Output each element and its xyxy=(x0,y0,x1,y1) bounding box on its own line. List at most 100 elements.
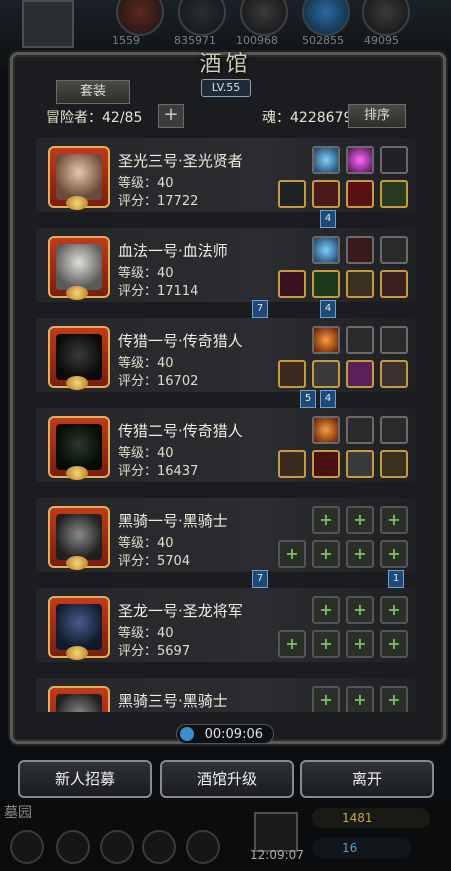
empty-slot-icon[interactable] xyxy=(312,596,340,624)
hero-card[interactable]: 传猎二号·传奇猎人 等级：40 评分：16437 xyxy=(36,408,416,482)
empty-slot-icon[interactable] xyxy=(346,540,374,568)
player-avatar[interactable] xyxy=(22,0,74,48)
hero-level: 等级：40 xyxy=(118,266,174,281)
equip-staff-icon[interactable] xyxy=(380,146,408,174)
timer-icon xyxy=(180,727,194,741)
equip-gem-icon[interactable] xyxy=(346,146,374,174)
hero-level: 等级：40 xyxy=(118,626,174,641)
medal-icon xyxy=(66,646,88,660)
equip-gauntlet-icon[interactable] xyxy=(346,236,374,264)
hero-card[interactable]: 圣光三号·圣光贤者 等级：40 评分：17722 xyxy=(36,138,416,212)
hero-name: 黑骑一号·黑骑士 xyxy=(118,512,228,530)
equip-boots-icon[interactable] xyxy=(380,270,408,298)
suit-button[interactable]: 套装 xyxy=(56,80,130,104)
equip-armor-icon[interactable] xyxy=(312,180,340,208)
hero-card[interactable]: 黑骑三号·黑骑士 xyxy=(36,678,416,712)
recruit-button[interactable]: 新人招募 xyxy=(18,760,152,798)
leave-button[interactable]: 离开 xyxy=(300,760,434,798)
medal-icon xyxy=(66,196,88,210)
empty-slot-icon[interactable] xyxy=(346,596,374,624)
equip-orb-icon[interactable] xyxy=(312,236,340,264)
hero-list[interactable]: 圣光三号·圣光贤者 等级：40 评分：17722 4 血法一号·血法师 等级：4… xyxy=(34,134,418,712)
hero-score: 评分：16702 xyxy=(118,374,199,389)
hero-score: 评分：16437 xyxy=(118,464,199,479)
gem-count: 16 xyxy=(312,838,412,858)
set-count-tag: 7 xyxy=(252,570,268,588)
empty-slot-icon[interactable] xyxy=(346,506,374,534)
hero-score: 评分：17722 xyxy=(118,194,199,209)
equip-helm-icon[interactable] xyxy=(346,180,374,208)
graveyard-label: 墓园 xyxy=(4,805,32,821)
coin-count: 1481 xyxy=(312,808,430,828)
nav-icon[interactable] xyxy=(142,830,176,864)
tavern-level: LV.55 xyxy=(201,79,251,97)
equip-helm-icon[interactable] xyxy=(346,270,374,298)
equip-boots-icon[interactable] xyxy=(380,360,408,388)
equip-armor-icon[interactable] xyxy=(312,450,340,478)
sort-button[interactable]: 排序 xyxy=(348,104,406,128)
equip-ring-icon[interactable] xyxy=(380,180,408,208)
hero-name: 传猎一号·传奇猎人 xyxy=(118,332,243,350)
add-slot-button[interactable]: + xyxy=(158,104,184,128)
nav-icon[interactable] xyxy=(186,830,220,864)
hero-card[interactable]: 圣龙一号·圣龙将军 等级：40 评分：5697 xyxy=(36,588,416,662)
empty-slot-icon[interactable] xyxy=(380,596,408,624)
equip-armor-icon[interactable] xyxy=(312,360,340,388)
medal-icon xyxy=(66,286,88,300)
soul-count: 魂：4228679 xyxy=(262,110,353,126)
gift-icon[interactable] xyxy=(254,812,298,852)
hero-level: 等级：40 xyxy=(118,536,174,551)
empty-slot-icon[interactable] xyxy=(380,540,408,568)
hero-name: 圣光三号·圣光贤者 xyxy=(118,152,243,170)
empty-slot-icon[interactable] xyxy=(278,540,306,568)
set-count-tag: 4 xyxy=(320,210,336,228)
set-count-tag: 1 xyxy=(388,570,404,588)
empty-slot-icon[interactable] xyxy=(380,686,408,712)
medal-icon xyxy=(66,376,88,390)
equip-helm-icon[interactable] xyxy=(346,450,374,478)
equip-helm-icon[interactable] xyxy=(346,360,374,388)
empty-slot-icon[interactable] xyxy=(278,630,306,658)
equip-orb-icon[interactable] xyxy=(312,146,340,174)
equip-weapon-icon[interactable] xyxy=(278,270,306,298)
hero-score: 评分：5704 xyxy=(118,554,191,569)
empty-slot-icon[interactable] xyxy=(312,506,340,534)
hero-score: 评分：17114 xyxy=(118,284,199,299)
panel-title: 酒馆 xyxy=(199,52,252,77)
set-count-tag: 7 xyxy=(252,300,268,318)
equip-feather-icon[interactable] xyxy=(346,326,374,354)
equip-fire-icon[interactable] xyxy=(312,326,340,354)
empty-slot-icon[interactable] xyxy=(312,540,340,568)
equip-quill-icon[interactable] xyxy=(380,326,408,354)
empty-slot-icon[interactable] xyxy=(380,506,408,534)
equip-weapon-icon[interactable] xyxy=(278,180,306,208)
equip-boots-icon[interactable] xyxy=(380,450,408,478)
equip-weapon-icon[interactable] xyxy=(278,450,306,478)
hero-portrait xyxy=(48,686,110,712)
empty-slot-icon[interactable] xyxy=(312,630,340,658)
nav-icon[interactable] xyxy=(56,830,90,864)
hero-name: 血法一号·血法师 xyxy=(118,242,228,260)
hero-level: 等级：40 xyxy=(118,176,174,191)
empty-slot-icon[interactable] xyxy=(312,686,340,712)
hero-name: 圣龙一号·圣龙将军 xyxy=(118,602,243,620)
equip-amulet-icon[interactable] xyxy=(380,236,408,264)
upgrade-tavern-button[interactable]: 酒馆升级 xyxy=(160,760,294,798)
equip-fire-icon[interactable] xyxy=(312,416,340,444)
equip-quill-icon[interactable] xyxy=(380,416,408,444)
empty-slot-icon[interactable] xyxy=(346,686,374,712)
equip-weapon-icon[interactable] xyxy=(278,360,306,388)
hero-card[interactable]: 黑骑一号·黑骑士 等级：40 评分：5704 xyxy=(36,498,416,572)
nav-icon[interactable] xyxy=(100,830,134,864)
equip-feather-icon[interactable] xyxy=(346,416,374,444)
hero-card[interactable]: 血法一号·血法师 等级：40 评分：17114 xyxy=(36,228,416,302)
empty-slot-icon[interactable] xyxy=(380,630,408,658)
hero-card[interactable]: 传猎一号·传奇猎人 等级：40 评分：16702 xyxy=(36,318,416,392)
nav-icon[interactable] xyxy=(10,830,44,864)
medal-icon xyxy=(66,556,88,570)
set-count-tag: 4 xyxy=(320,300,336,318)
set-count-tag: 5 xyxy=(300,390,316,408)
empty-slot-icon[interactable] xyxy=(346,630,374,658)
adventurer-count: 冒险者：42/85 xyxy=(46,110,143,126)
equip-armor-icon[interactable] xyxy=(312,270,340,298)
